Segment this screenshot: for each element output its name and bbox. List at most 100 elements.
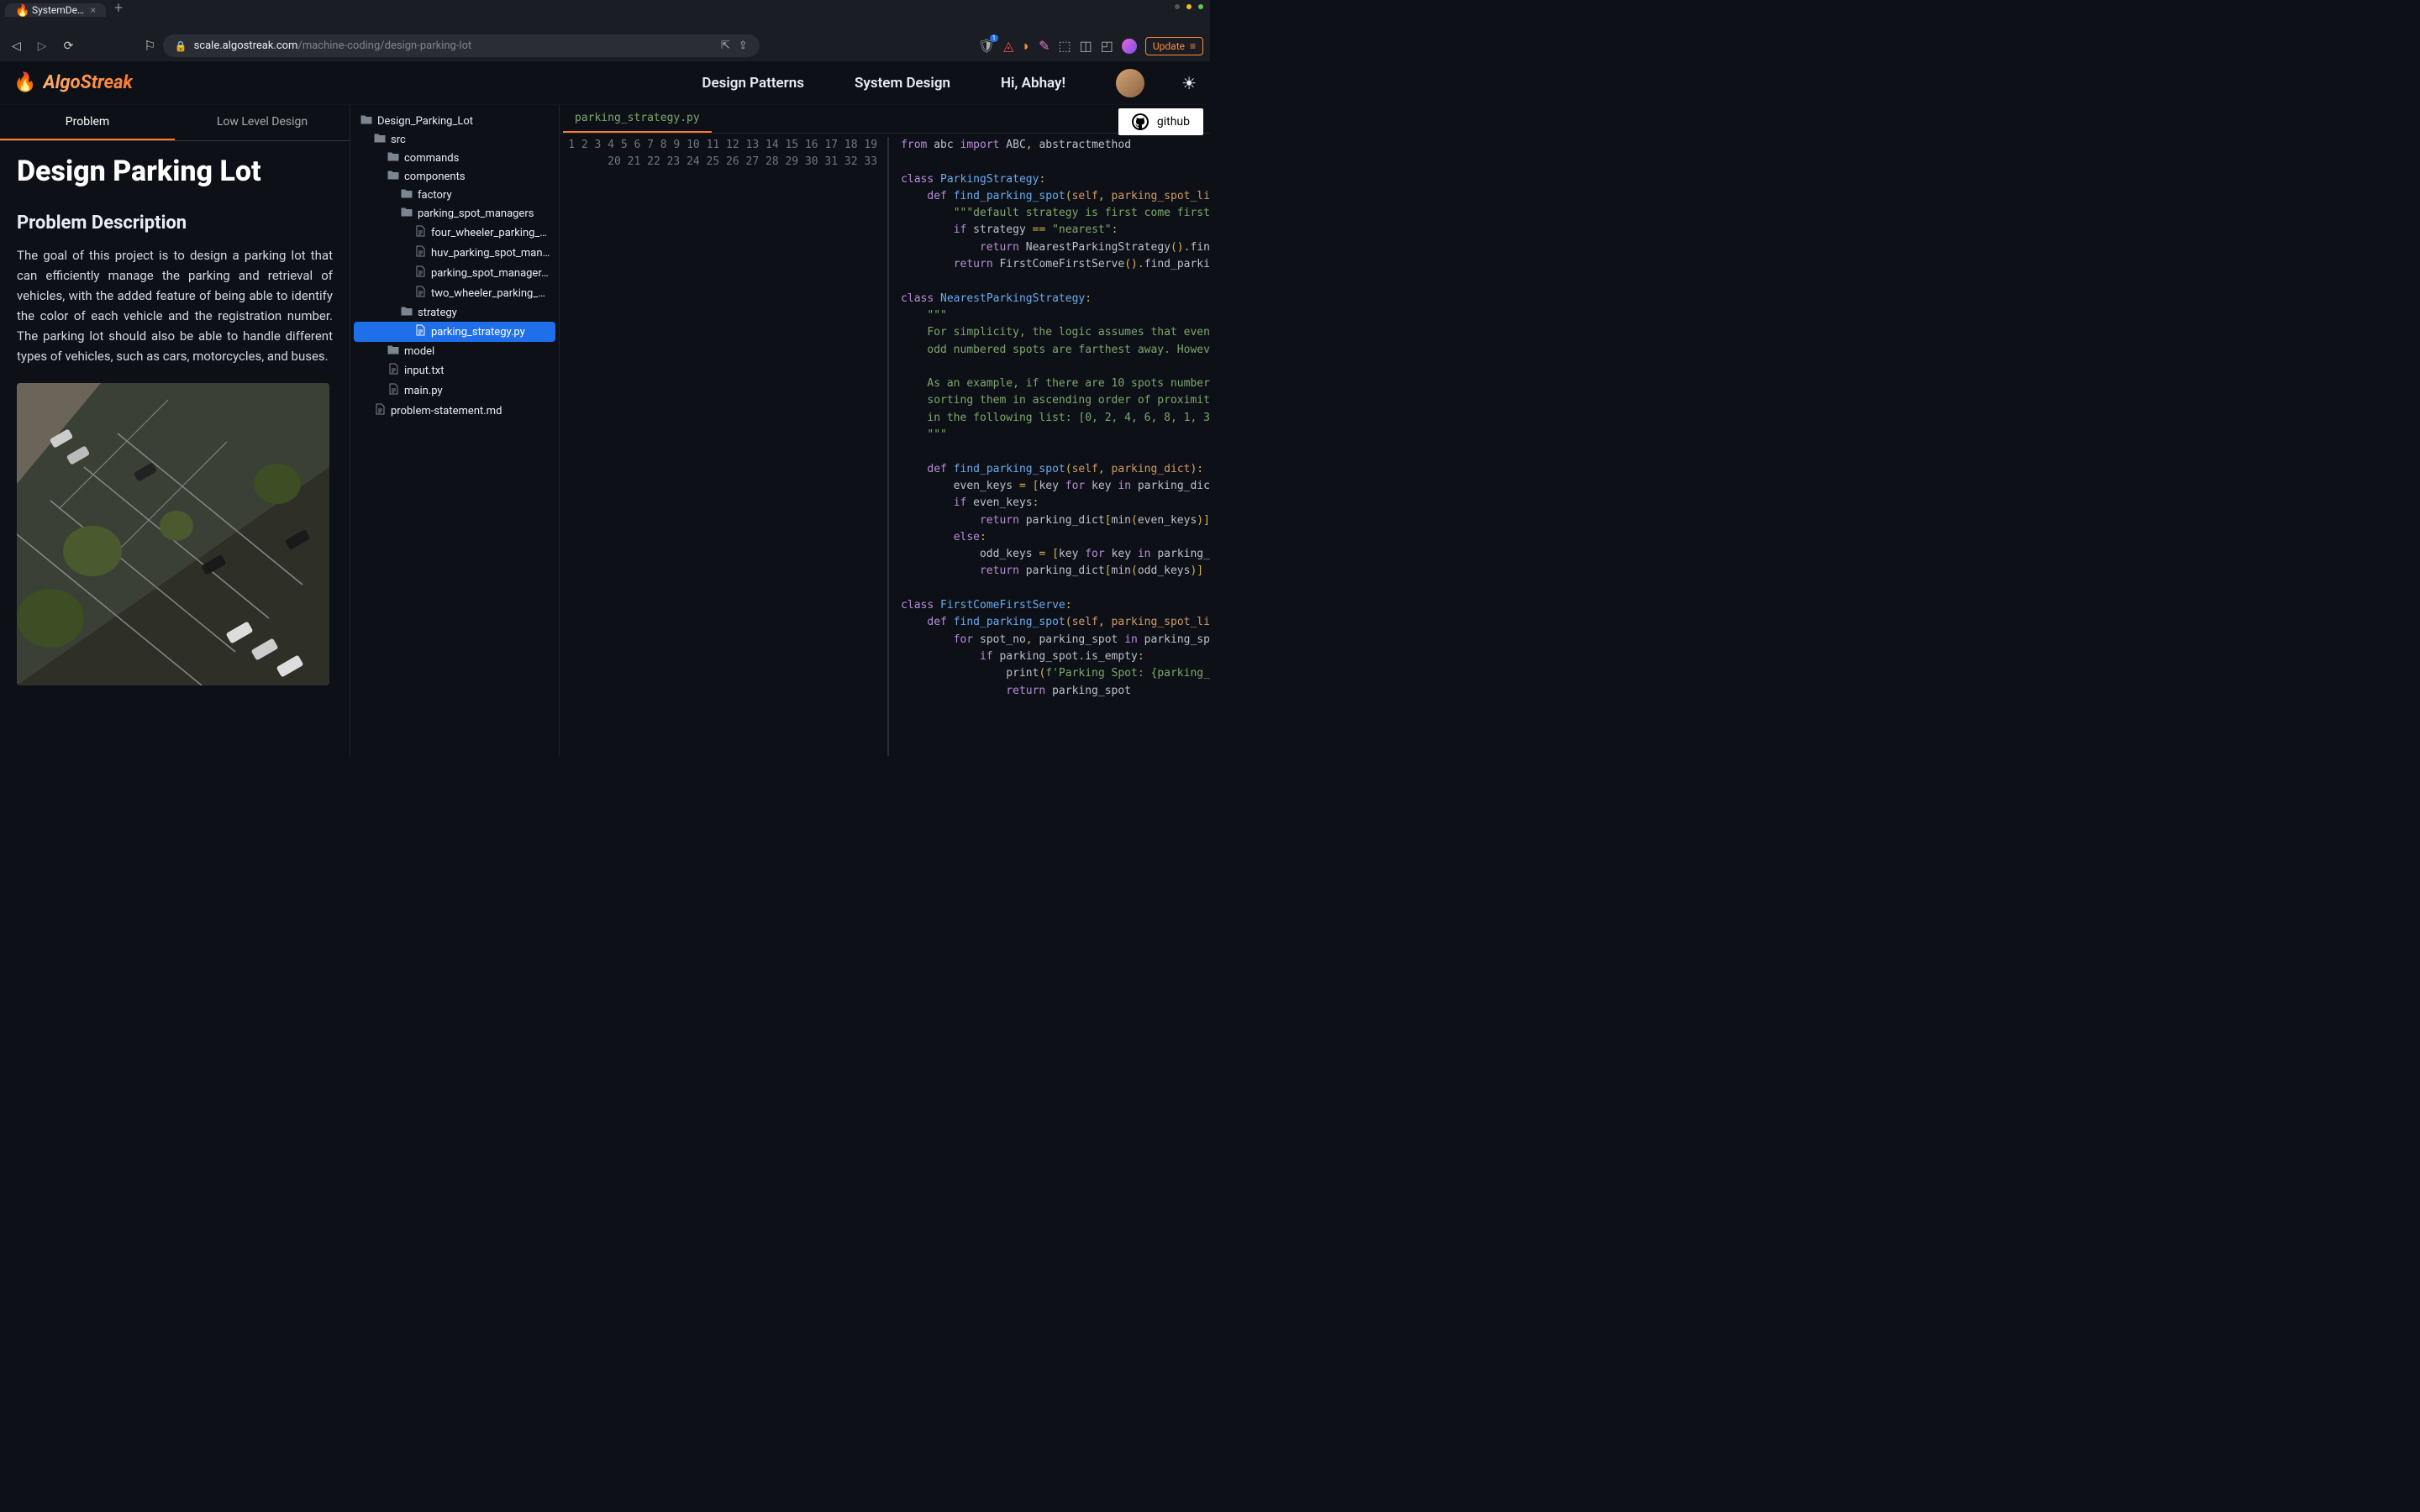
problem-section-heading: Problem Description [17,213,333,234]
menu-icon: ≡ [1190,40,1196,52]
github-label: github [1157,115,1190,129]
tree-item-label: strategy [418,307,457,319]
folder-icon [401,207,413,220]
flame-icon: 🔥 [15,4,27,16]
problem-image [17,383,329,685]
file-icon [374,403,386,418]
tab-problem[interactable]: Problem [0,105,175,140]
folder-icon [387,151,399,165]
file-icon [387,363,399,378]
file-item[interactable]: input.txt [354,360,555,381]
ext-icon-1[interactable]: ◗ [1022,38,1030,55]
bookmark-icon[interactable]: ⚐ [144,38,155,54]
tree-item-label: model [404,345,434,358]
folder-item[interactable]: model [354,342,555,360]
sidepanel-icon[interactable]: ◫ [1080,38,1092,54]
close-icon[interactable]: × [91,4,96,16]
logo-text: AlgoStreak [43,72,133,93]
flame-icon: 🔥 [13,72,36,93]
browser-tab[interactable]: 🔥 SystemDesign × [5,3,106,17]
file-item[interactable]: two_wheeler_parking_s... [354,283,555,303]
theme-toggle-icon[interactable]: ☀ [1181,73,1197,93]
profile-avatar[interactable] [1122,39,1137,54]
folder-item[interactable]: factory [354,186,555,204]
tree-item-label: huv_parking_spot_man... [431,247,550,260]
update-button[interactable]: Update ≡ [1145,37,1203,55]
problem-panel: Problem Low Level Design Design Parking … [0,105,350,756]
file-item[interactable]: parking_spot_manager.... [354,263,555,283]
line-gutter: 1 2 3 4 5 6 7 8 9 10 11 12 13 14 15 16 1… [560,137,889,756]
shield-icon[interactable]: 🛡 [978,38,995,54]
nav-design-patterns[interactable]: Design Patterns [702,75,804,92]
folder-icon [401,188,413,202]
tree-item-label: Design_Parking_Lot [377,115,473,128]
file-item[interactable]: problem-statement.md [354,401,555,421]
tree-item-label: components [404,171,466,183]
folder-icon [401,306,413,319]
tree-item-label: parking_spot_managers [418,207,534,220]
window-controls [1175,4,1203,9]
tree-item-label: main.py [404,385,443,397]
folder-icon [360,114,372,128]
tree-item-label: src [391,134,406,146]
app-header: 🔥 AlgoStreak Design Patterns System Desi… [0,61,1210,105]
tree-item-label: commands [404,152,459,165]
github-icon [1132,113,1149,130]
file-item[interactable]: huv_parking_spot_man... [354,243,555,263]
problem-title: Design Parking Lot [17,156,333,187]
tree-item-label: problem-statement.md [391,405,502,417]
share-icon[interactable]: ⇪ [739,39,748,52]
user-avatar[interactable] [1116,69,1144,97]
folder-item[interactable]: strategy [354,303,555,322]
tree-item-label: input.txt [404,365,444,377]
file-item[interactable]: main.py [354,381,555,401]
file-icon [414,286,426,301]
file-item[interactable]: four_wheeler_parking_s... [354,223,555,243]
url-path: /machine-coding/design-parking-lot [297,39,471,52]
file-icon [414,245,426,260]
tree-item-label: factory [418,189,452,202]
tree-item-label: parking_spot_manager.... [431,267,550,280]
file-item[interactable]: parking_strategy.py [354,322,555,342]
open-external-icon[interactable]: ⇱ [721,39,730,52]
file-tree: Design_Parking_Lotsrc commands components f… [350,105,560,756]
folder-item[interactable]: Design_Parking_Lot [354,112,555,130]
folder-icon [387,344,399,358]
folder-icon [387,170,399,183]
file-icon [414,265,426,281]
forward-button[interactable]: ▷ [33,36,52,56]
tab-lld[interactable]: Low Level Design [175,105,350,140]
file-icon [414,225,426,240]
browser-tab-strip: 🔥 SystemDesign × + [0,0,1210,31]
folder-item[interactable]: parking_spot_managers [354,204,555,223]
tree-item-label: two_wheeler_parking_s... [431,287,550,300]
tree-item-label: four_wheeler_parking_s... [431,227,550,239]
problem-description: The goal of this project is to design a … [17,245,333,366]
nav-system-design[interactable]: System Design [855,75,950,92]
folder-icon [374,133,386,146]
github-button[interactable]: github [1118,108,1203,135]
logo[interactable]: 🔥 AlgoStreak [13,72,133,93]
code-editor: parking_strategy.py github 1 2 3 4 5 6 7… [560,105,1210,756]
lock-icon: 🔒 [175,40,187,52]
tree-item-label: parking_strategy.py [431,326,525,339]
code-content[interactable]: from abc import ABC, abstractmethod clas… [889,137,1210,756]
folder-item[interactable]: src [354,130,555,149]
reload-button[interactable]: ⟳ [59,36,79,56]
ext-icon-2[interactable]: ✎ [1039,38,1050,54]
greeting: Hi, Abhay! [1001,75,1065,92]
tab-title: SystemDesign [32,4,86,16]
folder-item[interactable]: components [354,167,555,186]
url-host: scale.algostreak.com [194,39,298,52]
address-bar[interactable]: 🔒 scale.algostreak.com/machine-coding/de… [163,34,760,57]
extensions-icon[interactable]: ⬚ [1059,38,1071,54]
browser-toolbar: ◁ ▷ ⟳ ⚐ 🔒 scale.algostreak.com/machine-c… [0,31,1210,62]
folder-item[interactable]: commands [354,149,555,167]
file-icon [387,383,399,398]
editor-tab-active[interactable]: parking_strategy.py [563,105,712,133]
back-button[interactable]: ◁ [7,36,26,56]
wallet-icon[interactable]: ◰ [1101,38,1113,54]
new-tab-button[interactable]: + [106,0,131,17]
brave-icon[interactable]: ◬ [1003,38,1013,54]
file-icon [414,324,426,339]
